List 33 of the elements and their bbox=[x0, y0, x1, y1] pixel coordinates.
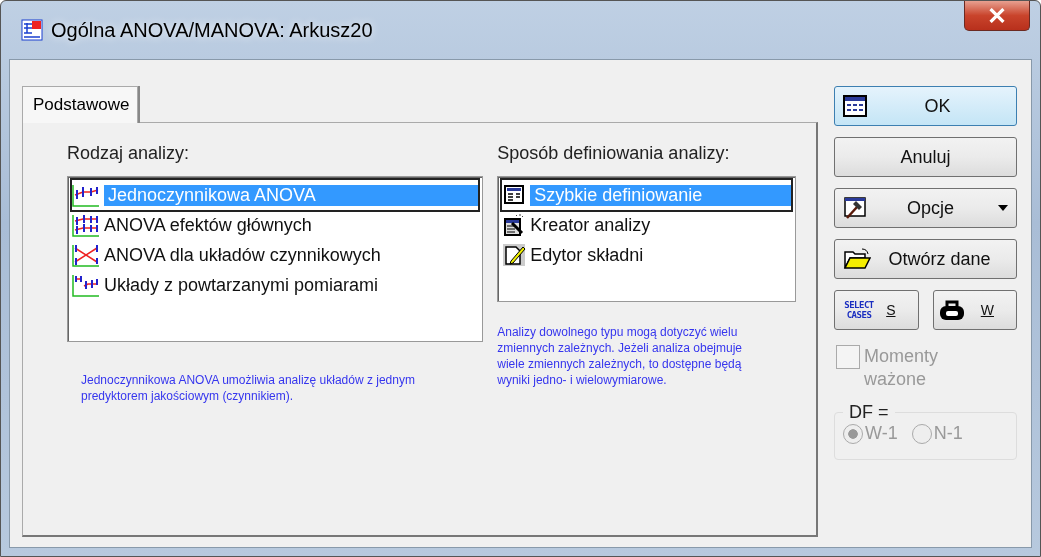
crossing-lines-chart-icon bbox=[72, 243, 100, 267]
description-text: Jednoczynnikowa ANOVA umożliwia analizę układów z jednym predyktorem jakościowym (czynnikiem). bbox=[80, 372, 416, 404]
list-item[interactable]: Edytor składni bbox=[502, 240, 791, 270]
toolbar-button[interactable]: W bbox=[932, 290, 1017, 330]
list-item[interactable]: ANOVA dla układów czynnikowych bbox=[72, 240, 479, 270]
close-icon bbox=[988, 8, 1006, 23]
app-icon bbox=[21, 19, 43, 41]
pencil-document-icon bbox=[502, 243, 527, 267]
form-icon bbox=[502, 183, 527, 207]
action-button[interactable]: Anuluj bbox=[834, 137, 1017, 177]
checkbox-label: Momenty ważone bbox=[864, 345, 940, 391]
error-bar-chart-icon bbox=[72, 213, 100, 237]
weight-icon bbox=[937, 299, 966, 321]
folder-icon bbox=[843, 247, 871, 271]
error-bar-chart-icon bbox=[72, 183, 100, 207]
action-button[interactable]: OK bbox=[834, 86, 1017, 126]
action-button[interactable]: Otwórz dane bbox=[834, 239, 1017, 279]
section-label: Rodzaj analizy: bbox=[67, 143, 191, 164]
description-text: Analizy dowolnego typu mogą dotyczyć wielu zmiennych zależnych. Jeżeli analiza obejmuje wiele zmiennych zależnych, to dostępne będą wyniki jedno- i wielowymiarowe. bbox=[497, 324, 744, 388]
list-item[interactable]: Kreator analizy bbox=[502, 210, 791, 240]
group-label: DF = bbox=[848, 402, 890, 423]
tab[interactable]: Podstawowe bbox=[22, 86, 139, 123]
error-bar-chart-icon bbox=[72, 273, 100, 297]
toolbar-button[interactable]: SELECT CASES S bbox=[834, 290, 919, 330]
list-item[interactable]: Układy z powtarzanymi pomiarami bbox=[72, 270, 479, 300]
close-button[interactable] bbox=[964, 1, 1030, 31]
hammer-window-icon bbox=[843, 196, 867, 220]
window-title: Ogólna ANOVA/MANOVA: Arkusz20 bbox=[51, 18, 373, 42]
action-button[interactable]: Opcje bbox=[834, 188, 1017, 228]
list-item[interactable]: ANOVA efektów głównych bbox=[72, 210, 479, 240]
spreadsheet-icon bbox=[843, 95, 867, 117]
caret-icon bbox=[998, 205, 1008, 211]
section-label: Sposób definiowania analizy: bbox=[497, 143, 731, 164]
